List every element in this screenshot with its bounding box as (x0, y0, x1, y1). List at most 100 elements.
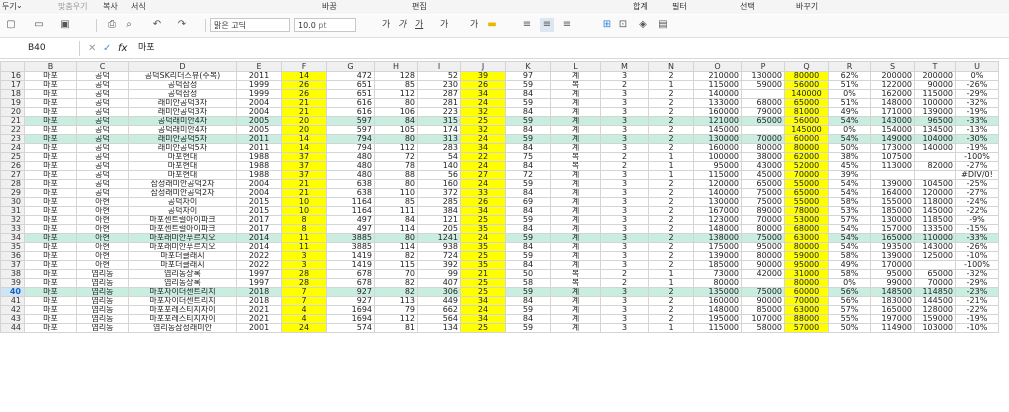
cell-c38[interactable]: 염리동 (76, 269, 129, 279)
cell-u42[interactable]: -22% (955, 305, 999, 315)
cell-i24[interactable]: 283 (417, 143, 461, 153)
cell-d39[interactable]: 염리동상록 (128, 278, 237, 288)
cell-n44[interactable]: 1 (648, 323, 694, 333)
cell-f17[interactable]: 26 (281, 80, 327, 90)
cell-f21[interactable]: 20 (281, 116, 327, 126)
cell-n35[interactable]: 2 (648, 242, 694, 252)
cell-k39[interactable]: 58 (505, 278, 551, 288)
cell-e26[interactable]: 1988 (236, 161, 282, 171)
cell-h28[interactable]: 80 (374, 179, 418, 189)
cell-m21[interactable]: 3 (600, 116, 649, 126)
cell-h26[interactable]: 78 (374, 161, 418, 171)
cell-m27[interactable]: 3 (600, 170, 649, 180)
cell-e43[interactable]: 2021 (236, 314, 282, 324)
undo-icon[interactable]: ↶ (150, 18, 164, 32)
row-header[interactable]: 39 (0, 278, 25, 288)
cell-g17[interactable]: 651 (326, 80, 375, 90)
cell-s44[interactable]: 114900 (870, 323, 915, 333)
cell-l31[interactable]: 계 (550, 206, 601, 216)
cell-b28[interactable]: 마포 (24, 179, 77, 189)
cell-t23[interactable]: 104000 (914, 134, 956, 144)
cell-h36[interactable]: 82 (374, 251, 418, 261)
cell-n30[interactable]: 2 (648, 197, 694, 207)
cell-b26[interactable]: 마포 (24, 161, 77, 171)
cell-s22[interactable]: 154000 (870, 125, 915, 135)
cell-f27[interactable]: 37 (281, 170, 327, 180)
cell-e19[interactable]: 2004 (236, 98, 282, 108)
cell-s39[interactable]: 99000 (870, 278, 915, 288)
cell-j40[interactable]: 25 (460, 287, 506, 297)
cell-h40[interactable]: 82 (374, 287, 418, 297)
cell-g30[interactable]: 1164 (326, 197, 375, 207)
font-underline-button[interactable]: 가 (415, 18, 423, 32)
cell-p22[interactable] (741, 125, 785, 135)
cell-b35[interactable]: 마포 (24, 242, 77, 252)
save-icon[interactable]: ▣ (58, 18, 72, 32)
cell-t19[interactable]: 100000 (914, 98, 956, 108)
cell-j41[interactable]: 34 (460, 296, 506, 306)
cell-t36[interactable]: 125000 (914, 251, 956, 261)
cell-n24[interactable]: 2 (648, 143, 694, 153)
cell-r20[interactable]: 49% (828, 107, 871, 117)
cell-q16[interactable]: 80000 (784, 71, 829, 81)
cell-l21[interactable]: 계 (550, 116, 601, 126)
font-italic-button[interactable]: 가 (398, 18, 406, 32)
column-header-g[interactable]: G (326, 61, 375, 72)
column-header-b[interactable]: B (24, 61, 77, 72)
cell-r42[interactable]: 57% (828, 305, 871, 315)
cell-r16[interactable]: 62% (828, 71, 871, 81)
cell-u31[interactable]: -22% (955, 206, 999, 216)
cell-s36[interactable]: 139000 (870, 251, 915, 261)
cell-s18[interactable]: 162000 (870, 89, 915, 99)
cell-k43[interactable]: 84 (505, 314, 551, 324)
cell-r17[interactable]: 51% (828, 80, 871, 90)
cell-s25[interactable]: 107500 (870, 152, 915, 162)
column-header-l[interactable]: L (550, 61, 601, 72)
cell-r23[interactable]: 54% (828, 134, 871, 144)
cell-j30[interactable]: 26 (460, 197, 506, 207)
cell-t26[interactable]: 82000 (914, 161, 956, 171)
cell-f25[interactable]: 37 (281, 152, 327, 162)
cell-m40[interactable]: 3 (600, 287, 649, 297)
cell-j34[interactable]: 24 (460, 233, 506, 243)
cell-j37[interactable]: 35 (460, 260, 506, 270)
cell-p19[interactable]: 68000 (741, 98, 785, 108)
font-size-input[interactable]: 10.0 pt (294, 18, 356, 32)
cell-o39[interactable]: 80000 (693, 278, 742, 288)
cell-o38[interactable]: 73000 (693, 269, 742, 279)
cell-o27[interactable]: 115000 (693, 170, 742, 180)
cell-f32[interactable]: 8 (281, 215, 327, 225)
cell-n32[interactable]: 2 (648, 215, 694, 225)
cell-g23[interactable]: 794 (326, 134, 375, 144)
font-color-button[interactable]: 가 (470, 18, 478, 32)
cell-f38[interactable]: 28 (281, 269, 327, 279)
cell-i39[interactable]: 407 (417, 278, 461, 288)
cell-r36[interactable]: 58% (828, 251, 871, 261)
cell-e32[interactable]: 2017 (236, 215, 282, 225)
cell-i30[interactable]: 285 (417, 197, 461, 207)
cell-o30[interactable]: 130000 (693, 197, 742, 207)
cell-r30[interactable]: 58% (828, 197, 871, 207)
cell-j28[interactable]: 24 (460, 179, 506, 189)
row-header[interactable]: 41 (0, 296, 25, 306)
cell-s16[interactable]: 200000 (870, 71, 915, 81)
open-folder-icon[interactable]: ▭ (32, 18, 46, 32)
cell-d27[interactable]: 마포현대 (128, 170, 237, 180)
cell-n40[interactable]: 2 (648, 287, 694, 297)
cell-o41[interactable]: 160000 (693, 296, 742, 306)
cell-d42[interactable]: 마포포레스티지자이 (128, 305, 237, 315)
cell-g16[interactable]: 472 (326, 71, 375, 81)
cell-b34[interactable]: 마포 (24, 233, 77, 243)
cell-m43[interactable]: 3 (600, 314, 649, 324)
ribbon-item-filter[interactable]: 필터 (672, 1, 687, 12)
cell-g25[interactable]: 480 (326, 152, 375, 162)
cell-i25[interactable]: 54 (417, 152, 461, 162)
cell-c32[interactable]: 아현 (76, 215, 129, 225)
column-header-h[interactable]: H (374, 61, 418, 72)
cell-b23[interactable]: 마포 (24, 134, 77, 144)
cell-m23[interactable]: 3 (600, 134, 649, 144)
cell-k23[interactable]: 59 (505, 134, 551, 144)
cell-r21[interactable]: 54% (828, 116, 871, 126)
cell-n37[interactable]: 2 (648, 260, 694, 270)
cell-r35[interactable]: 54% (828, 242, 871, 252)
